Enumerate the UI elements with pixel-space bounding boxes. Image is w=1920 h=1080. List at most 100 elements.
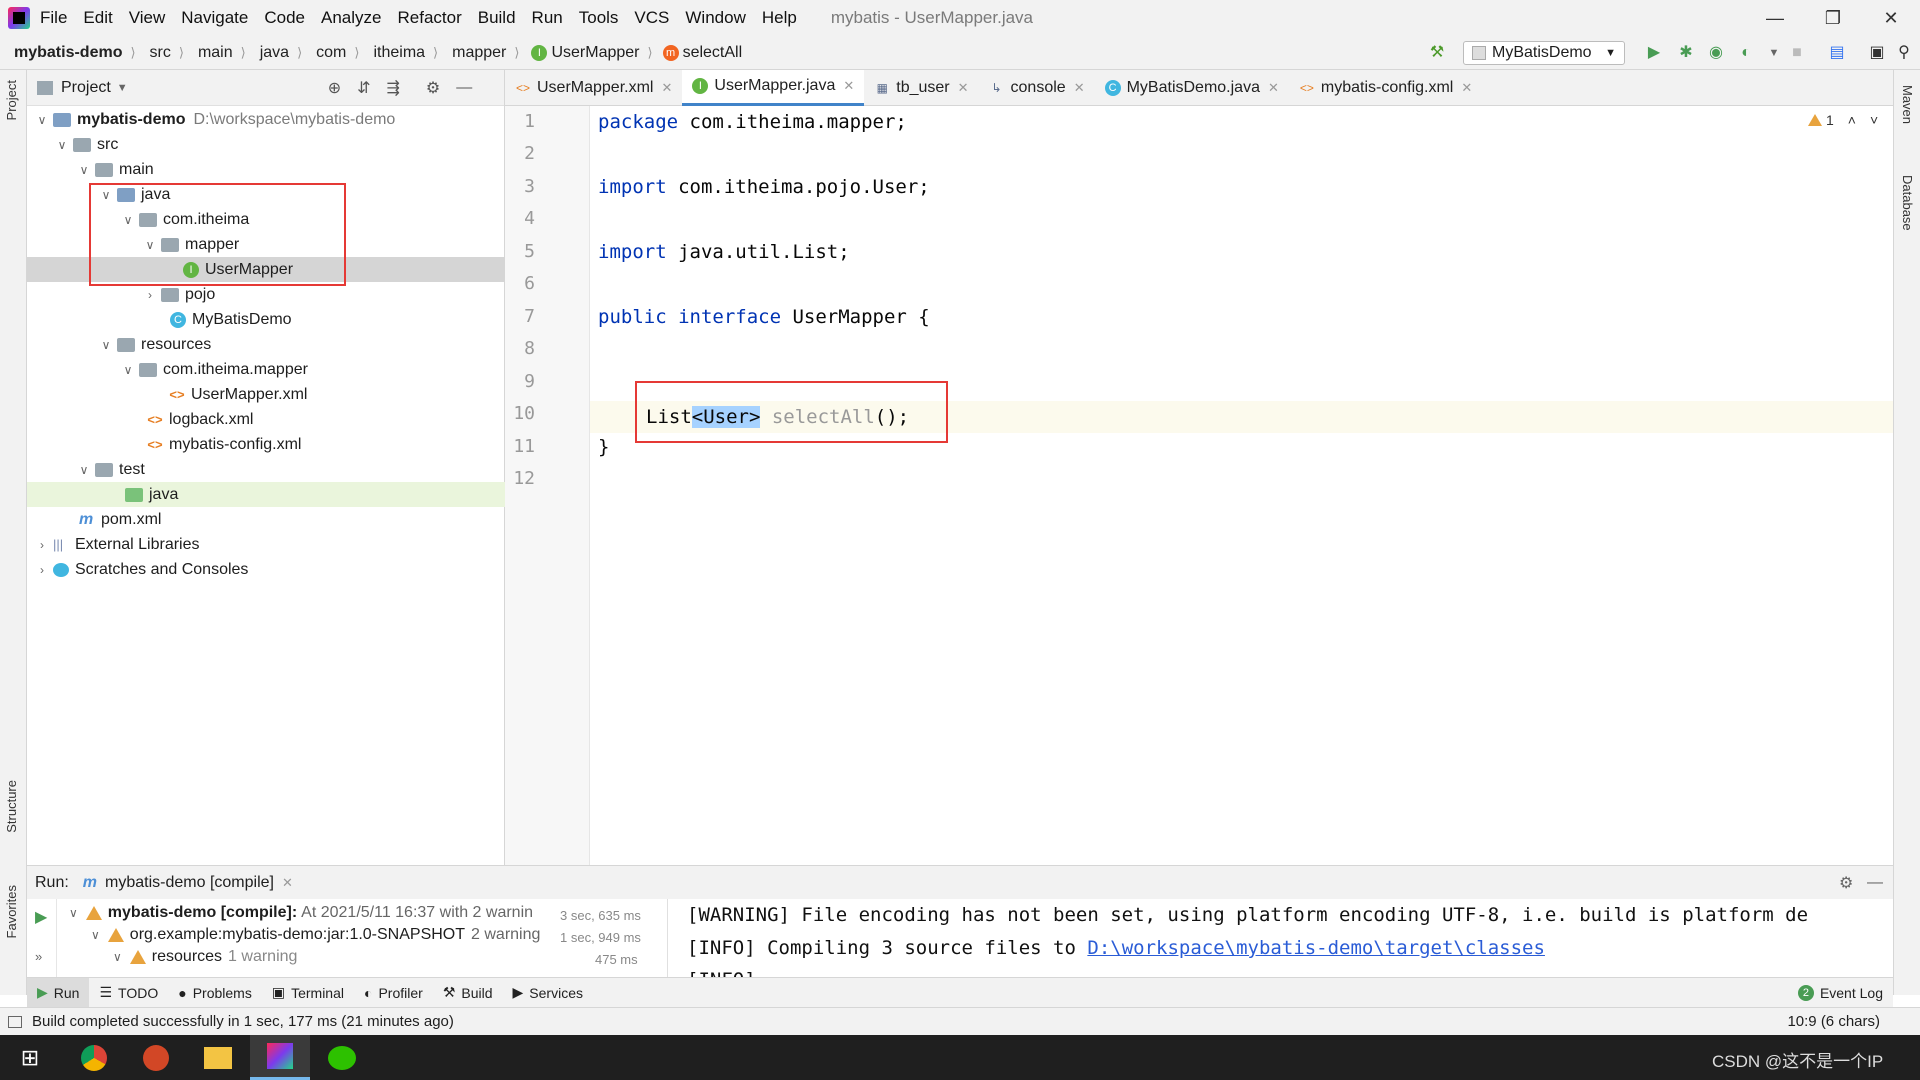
tab-usermapper-java[interactable]: I UserMapper.java ✕ — [682, 69, 865, 106]
chevron-down-icon[interactable]: ∨ — [99, 338, 113, 352]
tab-console[interactable]: ↳ console ✕ — [979, 70, 1095, 106]
tree-item-src[interactable]: ∨ src — [27, 132, 505, 157]
bottom-tab-todo[interactable]: ☰ TODO — [89, 978, 168, 1008]
chevron-up-icon[interactable]: ˄ — [1848, 112, 1856, 128]
menu-refactor[interactable]: Refactor — [397, 8, 461, 28]
tree-item-logback-xml[interactable]: <> logback.xml — [27, 407, 505, 432]
chrome-icon[interactable] — [64, 1035, 124, 1080]
chevron-down-icon[interactable]: ∨ — [91, 928, 100, 942]
tab-tb-user[interactable]: ▦ tb_user ✕ — [864, 70, 978, 106]
chevron-down-icon[interactable]: ∨ — [35, 113, 49, 127]
chevron-down-icon[interactable]: ∨ — [77, 163, 91, 177]
debug-icon[interactable]: ✱ — [1677, 44, 1695, 62]
chevron-down-icon[interactable]: ▼ — [1765, 44, 1783, 62]
close-tab-icon[interactable]: ✕ — [1268, 80, 1279, 96]
close-tab-icon[interactable]: ✕ — [282, 875, 293, 891]
gear-icon[interactable]: ⚙ — [426, 78, 440, 98]
breadcrumb-com[interactable]: com — [316, 44, 346, 62]
tool-tab-project[interactable]: Project — [4, 80, 19, 120]
close-tab-icon[interactable]: ✕ — [843, 78, 854, 94]
terminal-window-icon[interactable]: ▣ — [1868, 44, 1886, 62]
profile-icon[interactable]: ◐ — [1737, 44, 1755, 62]
tree-item-external-libraries[interactable]: › ||| External Libraries — [27, 532, 505, 557]
tree-item-resources[interactable]: ∨ resources — [27, 332, 505, 357]
bottom-tab-services[interactable]: ▶ Services — [503, 978, 593, 1008]
intellij-taskbar-icon[interactable] — [250, 1035, 310, 1080]
chevron-down-icon[interactable]: ∨ — [55, 138, 69, 152]
menu-help[interactable]: Help — [762, 8, 797, 28]
console-path-link[interactable]: D:\workspace\mybatis-demo\target\classes — [1087, 937, 1545, 959]
breadcrumb-project[interactable]: mybatis-demo — [14, 44, 122, 62]
run-icon[interactable]: ▶ — [1645, 44, 1663, 62]
breadcrumb-itheima[interactable]: itheima — [373, 44, 425, 62]
chevron-down-icon[interactable]: ∨ — [77, 463, 91, 477]
close-tab-icon[interactable]: ✕ — [1461, 80, 1472, 96]
code-editor[interactable]: package com.itheima.mapper; import com.i… — [590, 106, 1893, 865]
tab-usermapper-xml[interactable]: <> UserMapper.xml ✕ — [505, 70, 682, 106]
menu-window[interactable]: Window — [685, 8, 745, 28]
search-icon[interactable]: ⚲ — [1895, 44, 1913, 62]
bottom-tab-terminal[interactable]: ▣ Terminal — [262, 978, 354, 1008]
close-tab-icon[interactable]: ✕ — [1074, 80, 1085, 96]
expand-all-icon[interactable]: ⇵ — [357, 78, 370, 98]
collapse-all-icon[interactable]: ⇶ — [387, 78, 400, 98]
chevron-right-icon[interactable]: › — [35, 563, 49, 577]
breadcrumb-java[interactable]: java — [260, 44, 289, 62]
build-tree-row[interactable]: ∨ mybatis-demo [compile]: At 2021/5/11 1… — [69, 904, 533, 922]
bottom-tab-problems[interactable]: ● Problems — [168, 978, 262, 1008]
run-configuration-select[interactable]: MyBatisDemo ▼ — [1463, 41, 1625, 65]
menu-run[interactable]: Run — [532, 8, 563, 28]
tab-mybatis-config-xml[interactable]: <> mybatis-config.xml ✕ — [1289, 70, 1482, 106]
restore-icon[interactable]: ❐ — [1804, 0, 1862, 36]
console-output[interactable]: [WARNING] File encoding has not been set… — [687, 899, 1872, 977]
chevron-right-icon[interactable]: › — [143, 288, 157, 302]
bottom-tab-profiler[interactable]: ◐ Profiler — [354, 978, 433, 1008]
tree-item-scratches[interactable]: › Scratches and Consoles — [27, 557, 505, 582]
gear-icon[interactable]: ⚙ — [1839, 873, 1853, 893]
tool-tab-maven[interactable]: Maven — [1900, 85, 1915, 124]
menu-vcs[interactable]: VCS — [634, 8, 669, 28]
menu-navigate[interactable]: Navigate — [181, 8, 248, 28]
more-icon[interactable]: » — [35, 949, 42, 964]
tool-tab-structure[interactable]: Structure — [4, 780, 19, 833]
status-toggle-icon[interactable] — [8, 1015, 22, 1028]
tree-item-pom-xml[interactable]: m pom.xml — [27, 507, 505, 532]
chevron-down-icon[interactable]: ∨ — [121, 363, 135, 377]
menu-file[interactable]: File — [40, 8, 67, 28]
tree-item-mybatis-config-xml[interactable]: <> mybatis-config.xml — [27, 432, 505, 457]
menu-analyze[interactable]: Analyze — [321, 8, 381, 28]
breadcrumb-selectall[interactable]: selectAll — [683, 44, 743, 62]
menu-edit[interactable]: Edit — [83, 8, 112, 28]
chevron-down-icon[interactable]: ˅ — [1870, 112, 1878, 128]
caret-position[interactable]: 10:9 (6 chars) — [1787, 1013, 1880, 1030]
run-tab-compile[interactable]: mybatis-demo [compile] — [105, 874, 274, 892]
file-explorer-icon[interactable] — [188, 1035, 248, 1080]
tree-item-mybatisdemo[interactable]: C MyBatisDemo — [27, 307, 505, 332]
inspection-widget[interactable]: 1 ˄ ˅ — [1808, 112, 1878, 128]
hide-panel-icon[interactable]: — — [1867, 874, 1883, 892]
tree-item-main[interactable]: ∨ main — [27, 157, 505, 182]
tool-tab-database[interactable]: Database — [1900, 175, 1915, 231]
wechat-icon[interactable] — [312, 1035, 372, 1080]
locate-icon[interactable]: ⊕ — [328, 78, 341, 98]
close-tab-icon[interactable]: ✕ — [661, 80, 672, 96]
build-hammer-icon[interactable]: ⚒ — [1428, 44, 1446, 62]
close-window-icon[interactable]: ✕ — [1862, 0, 1920, 36]
tree-item-project-root[interactable]: ∨ mybatis-demo D:\workspace\mybatis-demo — [27, 107, 505, 132]
windows-start-icon[interactable]: ⊞ — [0, 1035, 60, 1080]
project-view-selector[interactable]: Project — [61, 79, 111, 97]
chevron-down-icon[interactable]: ∨ — [113, 950, 122, 964]
tree-item-com-itheima-mapper[interactable]: ∨ com.itheima.mapper — [27, 357, 505, 382]
stop-icon[interactable]: ■ — [1788, 44, 1806, 62]
rerun-icon[interactable]: ▶ — [35, 907, 47, 927]
minimize-icon[interactable]: — — [1746, 0, 1804, 36]
menu-view[interactable]: View — [129, 8, 166, 28]
tree-item-test[interactable]: ∨ test — [27, 457, 505, 482]
breadcrumb-main[interactable]: main — [198, 44, 233, 62]
menu-tools[interactable]: Tools — [579, 8, 619, 28]
menu-build[interactable]: Build — [478, 8, 516, 28]
breadcrumb-mapper[interactable]: mapper — [452, 44, 506, 62]
bottom-tab-build[interactable]: ⚒ Build — [433, 978, 503, 1008]
tab-mybatisdemo-java[interactable]: C MyBatisDemo.java ✕ — [1095, 70, 1289, 106]
build-tree-row[interactable]: ∨ resources 1 warning — [113, 948, 297, 966]
